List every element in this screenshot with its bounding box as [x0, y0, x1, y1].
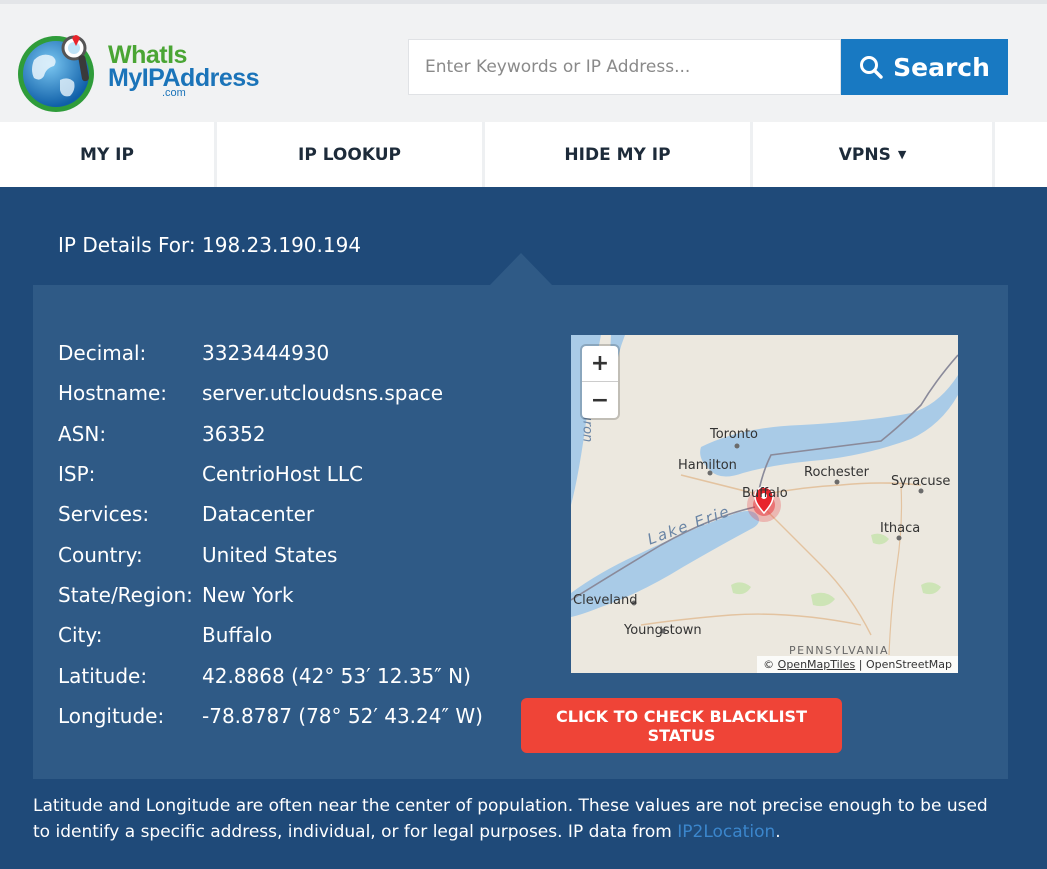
detail-value: 42.8868 (42° 53′ 12.35″ N) — [202, 664, 471, 688]
panel-pointer — [490, 253, 552, 285]
detail-key: City: — [58, 623, 103, 647]
detail-value: United States — [202, 543, 338, 567]
detail-key: Services: — [58, 502, 150, 526]
main-nav: MY IP IP LOOKUP HIDE MY IP VPNS ▼ — [0, 122, 1047, 187]
detail-key: Decimal: — [58, 341, 147, 365]
map-attribution: © OpenMapTiles | OpenStreetMap — [757, 656, 958, 673]
nav-item-vpns[interactable]: VPNS ▼ — [753, 122, 995, 187]
location-map[interactable]: Toronto Hamilton Rochester Syracuse Buff… — [571, 335, 958, 673]
detail-value: CentrioHost LLC — [202, 462, 363, 486]
detail-key: Longitude: — [58, 704, 165, 728]
disclaimer-body: Latitude and Longitude are often near th… — [33, 796, 988, 842]
map-label: Rochester — [804, 465, 869, 480]
detail-key: ISP: — [58, 462, 96, 486]
detail-value: Buffalo — [202, 623, 273, 647]
site-header: WhatIs MyIPAddress .com Search — [0, 0, 1047, 122]
site-logo[interactable]: WhatIs MyIPAddress .com — [14, 30, 284, 118]
search-icon — [860, 56, 883, 79]
chevron-down-icon: ▼ — [897, 148, 907, 161]
search-button-label: Search — [893, 52, 990, 82]
nav-item-label: HIDE MY IP — [564, 144, 671, 165]
detail-key: Hostname: — [58, 381, 167, 405]
disclaimer-text: Latitude and Longitude are often near th… — [33, 793, 1008, 845]
check-blacklist-button[interactable]: CLICK TO CHECK BLACKLIST STATUS — [521, 698, 842, 753]
disclaimer-end: . — [775, 822, 781, 842]
globe-icon — [18, 35, 94, 112]
detail-key: State/Region: — [58, 583, 193, 607]
attribution-prefix: © — [763, 658, 775, 671]
ip2location-link[interactable]: IP2Location — [677, 822, 775, 842]
map-label: Toronto — [710, 427, 758, 442]
logo-suffix: .com — [162, 87, 186, 99]
detail-value: 3323444930 — [202, 341, 330, 365]
zoom-out-button[interactable]: − — [582, 382, 618, 418]
map-label: Syracuse — [891, 474, 951, 489]
page-title: IP Details For: 198.23.190.194 — [58, 233, 362, 257]
map-label: Cleveland — [573, 593, 638, 608]
attribution-source: OpenStreetMap — [865, 658, 952, 671]
nav-item-ip-lookup[interactable]: IP LOOKUP — [217, 122, 485, 187]
nav-item-label: VPNS — [838, 144, 891, 165]
detail-value: server.utcloudsns.space — [202, 381, 444, 405]
nav-item-label: MY IP — [80, 144, 134, 165]
detail-key: Country: — [58, 543, 143, 567]
search-input[interactable] — [408, 39, 841, 95]
map-label: Hamilton — [678, 458, 737, 473]
nav-item-label: IP LOOKUP — [298, 144, 401, 165]
detail-key: ASN: — [58, 422, 107, 446]
detail-value: -78.8787 (78° 52′ 43.24″ W) — [202, 704, 483, 728]
detail-value: 36352 — [202, 422, 266, 446]
logo-text: WhatIs MyIPAddress — [108, 43, 260, 91]
nav-item-hide-my-ip[interactable]: HIDE MY IP — [485, 122, 753, 187]
detail-key: Latitude: — [58, 664, 148, 688]
nav-item-my-ip[interactable]: MY IP — [0, 122, 217, 187]
openmaptiles-link[interactable]: OpenMapTiles — [778, 658, 856, 671]
detail-value: New York — [202, 583, 294, 607]
search-button[interactable]: Search — [841, 39, 1008, 95]
map-label: Ithaca — [880, 521, 921, 536]
map-label: Buffalo — [742, 486, 788, 501]
map-label: Youngstown — [624, 623, 702, 638]
zoom-control: + − — [582, 346, 618, 418]
attribution-separator: | — [858, 658, 863, 671]
nav-filler — [995, 122, 1047, 187]
zoom-in-button[interactable]: + — [582, 346, 618, 382]
detail-value: Datacenter — [202, 502, 315, 526]
